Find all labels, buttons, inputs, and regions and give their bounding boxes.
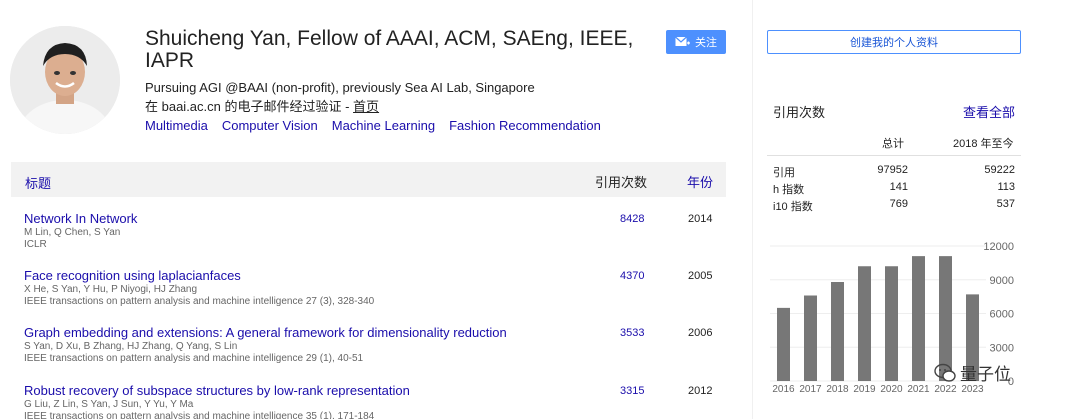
profile-name: Shuicheng Yan, Fellow of AAAI, ACM, SAEn… [145, 27, 634, 72]
chart-bar[interactable] [831, 282, 844, 381]
chart-bar[interactable] [858, 266, 871, 381]
interest-link[interactable]: Machine Learning [332, 118, 435, 133]
avatar-image [10, 26, 120, 134]
y-tick-label: 9000 [990, 275, 1014, 287]
stat-row-i10-index: i10 指数 769 537 [773, 198, 1015, 213]
article-venue: IEEE transactions on pattern analysis an… [24, 353, 364, 364]
stats-col-total: 总计 [882, 138, 904, 150]
interest-link[interactable]: Fashion Recommendation [449, 118, 601, 133]
article-year: 2005 [688, 270, 713, 282]
stat-total: 769 [889, 198, 908, 210]
sort-by-citations[interactable]: 引用次数 [595, 172, 647, 191]
article-row: Network In Network M Lin, Q Chen, S Yan … [24, 211, 724, 251]
sort-by-title[interactable]: 标题 [25, 173, 51, 192]
article-year: 2014 [688, 213, 713, 225]
follow-button[interactable]: 关注 [666, 30, 726, 54]
chart-bar[interactable] [777, 307, 790, 381]
interest-link[interactable]: Multimedia [145, 118, 208, 133]
x-tick-label: 2021 [907, 384, 930, 395]
sort-by-year[interactable]: 年份 [687, 172, 713, 191]
articles-table-header: 标题 引用次数 年份 [11, 162, 726, 197]
article-authors: S Yan, D Xu, B Zhang, HJ Zhang, Q Yang, … [24, 341, 238, 352]
mail-icon [675, 36, 690, 46]
article-authors: X He, S Yan, Y Hu, P Niyogi, HJ Zhang [24, 284, 198, 295]
chart-bar[interactable] [885, 266, 898, 381]
watermark: 量子位 [934, 360, 1011, 385]
research-interests: Multimedia Computer Vision Machine Learn… [145, 118, 601, 133]
article-row: Robust recovery of subspace structures b… [24, 383, 724, 419]
article-title[interactable]: Face recognition using laplacianfaces [24, 268, 724, 284]
stat-row-h-index: h 指数 141 113 [773, 181, 1015, 196]
stat-total: 141 [889, 181, 908, 193]
article-title[interactable]: Robust recovery of subspace structures b… [24, 383, 724, 399]
article-row: Face recognition using laplacianfaces X … [24, 268, 724, 308]
x-tick-label: 2016 [772, 384, 795, 395]
article-year: 2012 [688, 385, 713, 397]
verified-email: 在 baai.ac.cn 的电子邮件经过验证 - 首页 [145, 96, 379, 115]
x-tick-label: 2023 [961, 384, 984, 395]
stat-since: 59222 [984, 164, 1015, 176]
article-venue: IEEE transactions on pattern analysis an… [24, 296, 375, 307]
y-tick-label: 6000 [990, 309, 1014, 321]
article-authors: G Liu, Z Lin, S Yan, J Sun, Y Yu, Y Ma [24, 399, 194, 410]
x-tick-label: 2017 [799, 384, 822, 395]
article-venue: IEEE transactions on pattern analysis an… [24, 411, 375, 419]
citations-bar-chart: 0300060009000120002016 2017 2018 2019 2020 20… [770, 241, 1014, 395]
interest-link[interactable]: Computer Vision [222, 118, 318, 133]
wechat-icon [934, 363, 956, 382]
profile-affiliation: Pursuing AGI @BAAI (non-profit), previou… [145, 80, 535, 95]
y-tick-label: 12000 [983, 241, 1014, 253]
y-tick-label: 3000 [990, 342, 1014, 354]
x-tick-label: 2019 [853, 384, 876, 395]
article-citations[interactable]: 4370 [620, 270, 644, 282]
profile-avatar [10, 26, 120, 134]
article-year: 2006 [688, 327, 713, 339]
stat-label: h 指数 [773, 184, 805, 196]
watermark-text: 量子位 [960, 365, 1011, 384]
homepage-link[interactable]: 首页 [353, 99, 379, 114]
stat-label: 引用 [773, 167, 795, 179]
stats-col-since: 2018 年至今 [953, 138, 1014, 150]
article-title[interactable]: Network In Network [24, 211, 724, 227]
chart-bar[interactable] [912, 256, 925, 381]
x-tick-label: 2022 [934, 384, 957, 395]
verified-email-text: 在 baai.ac.cn 的电子邮件经过验证 - [145, 99, 354, 114]
column-divider [752, 0, 753, 419]
follow-label: 关注 [695, 37, 717, 49]
cited-by-title: 引用次数 [773, 105, 826, 120]
stat-row-citations: 引用 97952 59222 [773, 164, 1015, 179]
article-venue: ICLR [24, 239, 47, 250]
article-citations[interactable]: 3533 [620, 327, 644, 339]
article-row: Graph embedding and extensions: A genera… [24, 325, 724, 365]
stat-label: i10 指数 [773, 201, 813, 213]
article-citations[interactable]: 8428 [620, 213, 644, 225]
article-citations[interactable]: 3315 [620, 385, 644, 397]
chart-bar[interactable] [804, 295, 817, 382]
article-authors: M Lin, Q Chen, S Yan [24, 227, 121, 238]
view-all-link[interactable]: 查看全部 [963, 102, 1015, 121]
stats-separator [767, 155, 1021, 156]
stat-since: 537 [996, 198, 1015, 210]
create-profile-button[interactable]: 创建我的个人资料 [767, 30, 1021, 54]
x-tick-label: 2020 [880, 384, 903, 395]
stat-since: 113 [997, 181, 1015, 193]
stat-total: 97952 [877, 164, 908, 176]
article-title[interactable]: Graph embedding and extensions: A genera… [24, 325, 724, 341]
x-tick-label: 2018 [826, 384, 849, 395]
